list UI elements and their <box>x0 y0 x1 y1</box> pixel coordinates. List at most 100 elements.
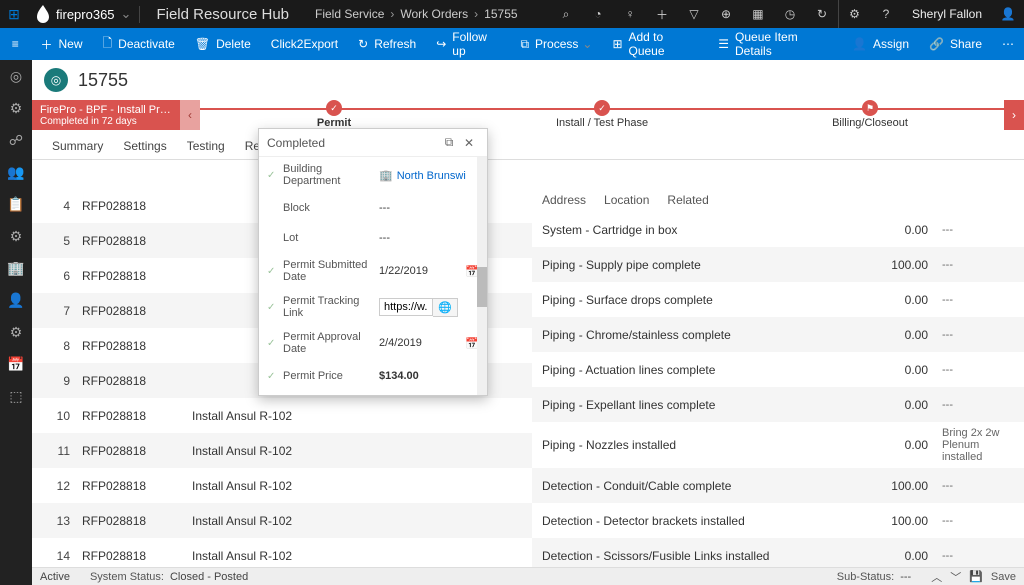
user-icon[interactable]: 👤 <box>992 0 1024 28</box>
field-lot[interactable]: Lot --- <box>259 223 487 253</box>
nav-calendar-icon[interactable]: 📅 <box>0 348 32 380</box>
table-row[interactable]: System - Cartridge in box0.00--- <box>532 212 1024 247</box>
filter-icon[interactable]: ▽ <box>678 0 710 28</box>
sysstatus-value[interactable]: Closed - Posted <box>170 571 248 583</box>
table-row[interactable]: 14RFP028818Install Ansul R-102 <box>32 538 532 567</box>
nav-box-icon[interactable]: ⬚ <box>0 380 32 412</box>
app-launcher-icon[interactable]: ⊞ <box>0 0 28 28</box>
save-icon[interactable]: 💾 <box>969 570 983 583</box>
table-row[interactable]: Detection - Detector brackets installed1… <box>532 503 1024 538</box>
bpf-prev-icon[interactable]: ‹ <box>180 100 200 130</box>
tab-testing[interactable]: Testing <box>177 133 235 159</box>
bpf-stage-permit[interactable]: ✓ Permit <box>200 100 468 130</box>
table-row[interactable]: 13RFP028818Install Ansul R-102 <box>32 503 532 538</box>
queue-details-button[interactable]: ☰Queue Item Details <box>708 28 842 60</box>
subtab-location[interactable]: Location <box>604 193 649 207</box>
crumb-1[interactable]: Work Orders <box>400 7 468 21</box>
row-extra: --- <box>934 224 1014 236</box>
share-button[interactable]: 🔗Share <box>919 28 992 60</box>
columns: 4RFP0288185RFP0288186RFP0288187RFP028818… <box>32 188 1024 567</box>
field-permit-number[interactable]: Permit Number --- ⌄ <box>259 391 487 395</box>
nav-target-icon[interactable]: ◎ <box>0 60 32 92</box>
row-desc: Detection - Detector brackets installed <box>542 514 874 528</box>
nav-service-icon[interactable]: ⚙ <box>0 316 32 348</box>
flyout-scrollbar[interactable] <box>477 157 487 395</box>
subtab-address[interactable]: Address <box>542 193 586 207</box>
process-icon: ⧉ <box>520 37 529 52</box>
nav-clipboard-icon[interactable]: 📋 <box>0 188 32 220</box>
gear-icon[interactable]: ⚙ <box>838 0 870 28</box>
help-icon[interactable]: ? <box>870 0 902 28</box>
table-row[interactable]: Piping - Surface drops complete0.00--- <box>532 282 1024 317</box>
substatus-value[interactable]: --- <box>900 571 911 583</box>
breadcrumb: Field Service › Work Orders › 15755 <box>305 7 528 21</box>
field-building-dept[interactable]: ✓ Building Department 🏢North Brunswi <box>259 157 487 193</box>
add-queue-button[interactable]: ⊞Add to Queue <box>602 28 708 60</box>
save-button[interactable]: Save <box>991 571 1016 583</box>
table-row[interactable]: 12RFP028818Install Ansul R-102 <box>32 468 532 503</box>
followup-button[interactable]: ↪Follow up <box>426 28 510 60</box>
scroll-thumb[interactable] <box>477 267 487 307</box>
table-row[interactable]: Piping - Chrome/stainless complete0.00--… <box>532 317 1024 352</box>
chevron-down-icon: ⌄ <box>582 37 592 51</box>
table-row[interactable]: Detection - Scissors/Fusible Links insta… <box>532 538 1024 567</box>
close-icon[interactable]: ✕ <box>459 136 479 150</box>
bpf-stage-install[interactable]: ✓ Install / Test Phase <box>468 100 736 130</box>
table-row[interactable]: 11RFP028818Install Ansul R-102 <box>32 433 532 468</box>
field-block[interactable]: Block --- <box>259 193 487 223</box>
status-active: Active <box>40 571 70 583</box>
hamburger-icon[interactable]: ≡ <box>0 28 30 60</box>
subtab-related[interactable]: Related <box>667 193 708 207</box>
sync-icon[interactable]: ↻ <box>806 0 838 28</box>
field-tracking-link[interactable]: ✓ Permit Tracking Link 🌐 <box>259 289 487 325</box>
tab-summary[interactable]: Summary <box>42 133 113 159</box>
table-row[interactable]: Piping - Expellant lines complete0.00--- <box>532 387 1024 422</box>
delete-button[interactable]: 🗑Delete <box>185 28 261 60</box>
search-icon[interactable]: ⌕ <box>550 0 582 28</box>
table-row[interactable]: Piping - Nozzles installed0.00Bring 2x 2… <box>532 422 1024 468</box>
bpf-next-icon[interactable]: › <box>1004 100 1024 130</box>
nav-route-icon[interactable]: ☍ <box>0 124 32 156</box>
refresh-button[interactable]: ↻Refresh <box>348 28 426 60</box>
grid-icon[interactable]: ▦ <box>742 0 774 28</box>
field-permit-price[interactable]: ✓ Permit Price $134.00 <box>259 361 487 391</box>
row-extra: --- <box>934 480 1014 492</box>
substatus-label: Sub-Status: <box>837 571 894 583</box>
clock-icon[interactable]: ◷ <box>774 0 806 28</box>
nav-gear-icon[interactable]: ⚙ <box>0 92 32 124</box>
task-icon[interactable]: ◔ <box>582 0 614 28</box>
process-button[interactable]: ⧉Process⌄ <box>510 28 602 60</box>
tracking-url-input[interactable] <box>379 298 433 316</box>
row-id: RFP028818 <box>82 444 192 458</box>
table-row[interactable]: Piping - Actuation lines complete0.00--- <box>532 352 1024 387</box>
crumb-0[interactable]: Field Service <box>315 7 384 21</box>
new-button[interactable]: ＋New <box>30 28 92 60</box>
bpf-stage-billing[interactable]: ⚑ Billing/Closeout <box>736 100 1004 130</box>
field-permit-submitted[interactable]: ✓ Permit Submitted Date 1/22/2019 📅 <box>259 253 487 289</box>
overflow-button[interactable]: ⋯ <box>992 28 1024 60</box>
chevron-down-icon[interactable]: ﹀ <box>950 569 961 585</box>
hub-name[interactable]: Field Resource Hub <box>139 6 305 23</box>
assign-button[interactable]: 👤Assign <box>842 28 919 60</box>
nav-building-icon[interactable]: 🏢 <box>0 252 32 284</box>
chevron-up-icon[interactable]: ︿ <box>931 569 942 585</box>
bpf-flow-header[interactable]: FirePro - BPF - Install Pro... Completed… <box>32 100 180 130</box>
table-row[interactable]: Piping - Supply pipe complete100.00--- <box>532 247 1024 282</box>
user-name[interactable]: Sheryl Fallon <box>902 7 992 21</box>
bulb-icon[interactable]: ♀ <box>614 0 646 28</box>
deactivate-button[interactable]: 🗋Deactivate <box>93 28 185 60</box>
nav-user-icon[interactable]: 👤 <box>0 284 32 316</box>
add-circle-icon[interactable]: ⊕ <box>710 0 742 28</box>
crumb-2[interactable]: 15755 <box>484 7 517 21</box>
table-row[interactable]: Detection - Conduit/Cable complete100.00… <box>532 468 1024 503</box>
nav-settings-icon[interactable]: ⚙ <box>0 220 32 252</box>
table-row[interactable]: 10RFP028818Install Ansul R-102 <box>32 398 532 433</box>
nav-people-icon[interactable]: 👥 <box>0 156 32 188</box>
field-approval-date[interactable]: ✓ Permit Approval Date 2/4/2019 📅 <box>259 325 487 361</box>
click2export-button[interactable]: Click2Export <box>261 28 348 60</box>
popout-icon[interactable]: ⧉ <box>439 135 459 150</box>
globe-icon[interactable]: 🌐 <box>433 298 458 317</box>
brand[interactable]: firepro365 ⌄ <box>28 5 139 23</box>
tab-settings[interactable]: Settings <box>113 133 176 159</box>
plus-icon[interactable]: ＋ <box>646 0 678 28</box>
